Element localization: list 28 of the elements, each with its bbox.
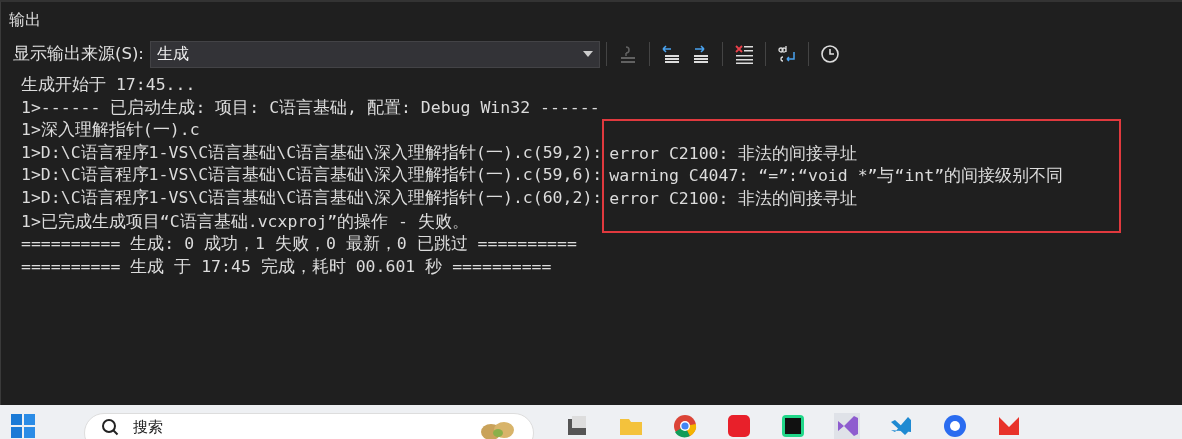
output-line: ========== 生成 于 17:45 完成，耗时 00.601 秒 ========== bbox=[21, 255, 553, 278]
search-field[interactable]: 搜索 bbox=[84, 413, 534, 439]
source-dropdown[interactable]: 生成 bbox=[149, 40, 600, 68]
ide-icon[interactable] bbox=[780, 413, 806, 439]
source-label: 显示输出来源(S): bbox=[13, 43, 144, 65]
ring-app-icon[interactable] bbox=[942, 413, 968, 439]
visual-studio-icon[interactable] bbox=[834, 413, 860, 439]
output-line: 1>------ 已启动生成: 项目: C语言基础, 配置: Debug Win32 ------ bbox=[21, 96, 601, 119]
output-line: 1>已完成生成项目“C语言基础.vcxproj”的操作 - 失败。 bbox=[21, 210, 470, 233]
error-message: error C2100: 非法的间接寻址 bbox=[609, 187, 859, 210]
output-line: 1>D:\C语言程序1-VS\C语言基础\C语言基础\深入理解指针(一).c(59,6): bbox=[21, 164, 603, 187]
output-line: 1>D:\C语言程序1-VS\C语言基础\C语言基础\深入理解指针(一).c(60,2): bbox=[21, 186, 603, 209]
output-line: ========== 生成: 0 成功，1 失败，0 最新，0 已跳过 ========== bbox=[21, 233, 578, 256]
search-icon bbox=[101, 418, 119, 436]
clock-icon bbox=[819, 44, 840, 64]
panel-title: 输出 bbox=[9, 9, 41, 31]
output-line: 生成开始于 17:45... bbox=[21, 74, 197, 96]
windows-start-icon[interactable] bbox=[10, 413, 36, 439]
output-line: 1>深入理解指针(一).c bbox=[21, 119, 201, 142]
previous-message-icon bbox=[660, 44, 681, 64]
app-icon[interactable] bbox=[726, 413, 752, 439]
word-wrap-icon bbox=[776, 44, 797, 64]
error-message: error C2100: 非法的间接寻址 bbox=[609, 142, 859, 165]
error-message: warning C4047: “=”:“void *”与“int”的间接级别不同 bbox=[609, 165, 1065, 188]
chrome-icon[interactable] bbox=[672, 413, 698, 439]
clear-all-icon bbox=[733, 44, 754, 64]
caret-icon bbox=[582, 51, 593, 57]
output-line: 1>D:\C语言程序1-VS\C语言基础\C语言基础\深入理解指针(一).c(59,2): bbox=[21, 141, 603, 164]
